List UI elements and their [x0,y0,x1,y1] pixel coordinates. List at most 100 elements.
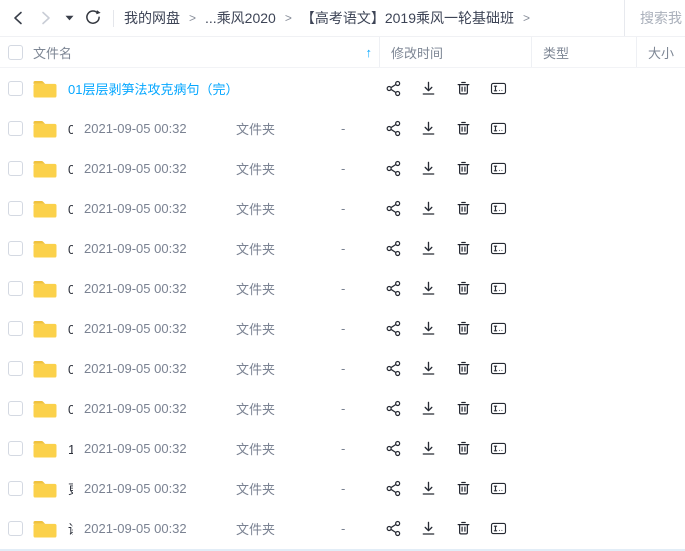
delete-icon[interactable] [454,319,472,337]
delete-icon[interactable] [454,199,472,217]
breadcrumb-item[interactable]: 乘风2020 [217,8,276,28]
breadcrumb-item[interactable]: ... [205,10,217,26]
row-checkbox[interactable] [8,481,23,496]
share-icon[interactable] [384,279,402,297]
download-icon[interactable] [419,239,437,257]
download-icon[interactable] [419,439,437,457]
back-icon[interactable] [8,7,30,29]
table-row[interactable]: 03.800成语速记 2021-09-05 00:32 文件夹 - [0,148,685,188]
table-row[interactable]: 更多资料免费领取，免费，免费，强调了 2021-09-05 00:32 文件夹 … [0,468,685,508]
download-icon[interactable] [419,119,437,137]
row-checkbox[interactable] [8,201,23,216]
table-row[interactable]: 05.高考默写长篇 2021-09-05 00:32 文件夹 - [0,228,685,268]
rename-icon[interactable] [489,359,507,377]
download-icon[interactable] [419,519,437,537]
modified-time: 2021-09-05 00:32 [73,321,225,336]
share-icon[interactable] [384,519,402,537]
share-icon[interactable] [384,199,402,217]
rename-icon[interactable] [489,439,507,457]
search-placeholder: 搜索我 [640,8,682,28]
share-icon[interactable] [384,399,402,417]
table-row[interactable]: 07.散文重难点突破 2021-09-05 00:32 文件夹 - [0,308,685,348]
delete-icon[interactable] [454,239,472,257]
select-all-checkbox[interactable] [8,45,23,60]
share-icon[interactable] [384,359,402,377]
rename-icon[interactable] [489,479,507,497]
row-checkbox[interactable] [8,441,23,456]
table-row[interactable]: 06.说重难点突破 2021-09-05 00:32 文件夹 - [0,268,685,308]
share-icon[interactable] [384,479,402,497]
download-icon[interactable] [419,79,437,97]
delete-icon[interactable] [454,439,472,457]
rename-icon[interactable] [489,159,507,177]
file-type: 文件夹 [225,119,330,138]
file-name-cell: 08.实用类阅读套路 [0,358,73,379]
download-icon[interactable] [419,319,437,337]
rename-icon[interactable] [489,119,507,137]
rename-icon[interactable] [489,79,507,97]
row-checkbox[interactable] [8,281,23,296]
row-checkbox[interactable] [8,121,23,136]
forward-icon[interactable] [34,7,56,29]
history-dropdown-icon[interactable] [62,7,76,29]
delete-icon[interactable] [454,359,472,377]
download-icon[interactable] [419,399,437,417]
breadcrumb-item[interactable]: 我的网盘 [124,8,180,28]
header-name-cell: 文件名 ↑ [0,37,379,67]
table-row[interactable]: 04.五步翻译法 2021-09-05 00:32 文件夹 - [0,188,685,228]
modified-time: 2021-09-05 00:32 [73,281,225,296]
delete-icon[interactable] [454,519,472,537]
download-icon[interactable] [419,279,437,297]
table-row[interactable]: 09.语文基本功训练 2021-09-05 00:32 文件夹 - [0,388,685,428]
row-checkbox[interactable] [8,241,23,256]
rename-icon[interactable] [489,519,507,537]
row-checkbox[interactable] [8,401,23,416]
table-row[interactable]: 讲义(1) 2021-09-05 00:32 文件夹 - [0,508,685,548]
breadcrumb-separator: > [285,11,292,25]
delete-icon[interactable] [454,159,472,177]
share-icon[interactable] [384,159,402,177]
row-checkbox[interactable] [8,521,23,536]
folder-icon [32,318,58,339]
rename-icon[interactable] [489,279,507,297]
download-icon[interactable] [419,359,437,377]
column-filename[interactable]: 文件名 [33,43,72,62]
column-type[interactable]: 类型 [531,37,636,67]
column-modified[interactable]: 修改时间 [379,37,531,67]
rename-icon[interactable] [489,199,507,217]
share-icon[interactable] [384,239,402,257]
download-icon[interactable] [419,199,437,217]
download-icon[interactable] [419,159,437,177]
file-name[interactable]: 01层层剥笋法攻克病句（完） [68,79,238,98]
share-icon[interactable] [384,319,402,337]
rename-icon[interactable] [489,239,507,257]
table-row[interactable]: 08.实用类阅读套路 2021-09-05 00:32 文件夹 - [0,348,685,388]
file-size: - [330,401,379,416]
table-row[interactable]: 10.手把手教你写作文 2021-09-05 00:32 文件夹 - [0,428,685,468]
rename-icon[interactable] [489,319,507,337]
row-checkbox[interactable] [8,81,23,96]
row-checkbox[interactable] [8,361,23,376]
delete-icon[interactable] [454,399,472,417]
column-size[interactable]: 大小 [636,37,685,67]
download-icon[interactable] [419,479,437,497]
refresh-icon[interactable] [82,7,104,29]
breadcrumb-item[interactable]: 【高考语文】2019乘风一轮基础班 [301,8,514,28]
file-type: 文件夹 [225,359,330,378]
share-icon[interactable] [384,119,402,137]
share-icon[interactable] [384,439,402,457]
share-icon[interactable] [384,79,402,97]
row-checkbox[interactable] [8,321,23,336]
file-size: - [330,121,379,136]
delete-icon[interactable] [454,279,472,297]
delete-icon[interactable] [454,479,472,497]
table-row[interactable]: 02.论述文破解秘籍（完） 2021-09-05 00:32 文件夹 - [0,108,685,148]
delete-icon[interactable] [454,119,472,137]
rename-icon[interactable] [489,399,507,417]
row-checkbox[interactable] [8,161,23,176]
table-row[interactable]: 01层层剥笋法攻克病句（完） [0,68,685,108]
search-input[interactable]: 搜索我 [624,0,685,36]
row-actions [379,519,685,537]
delete-icon[interactable] [454,79,472,97]
sort-ascending-icon[interactable]: ↑ [366,45,373,60]
